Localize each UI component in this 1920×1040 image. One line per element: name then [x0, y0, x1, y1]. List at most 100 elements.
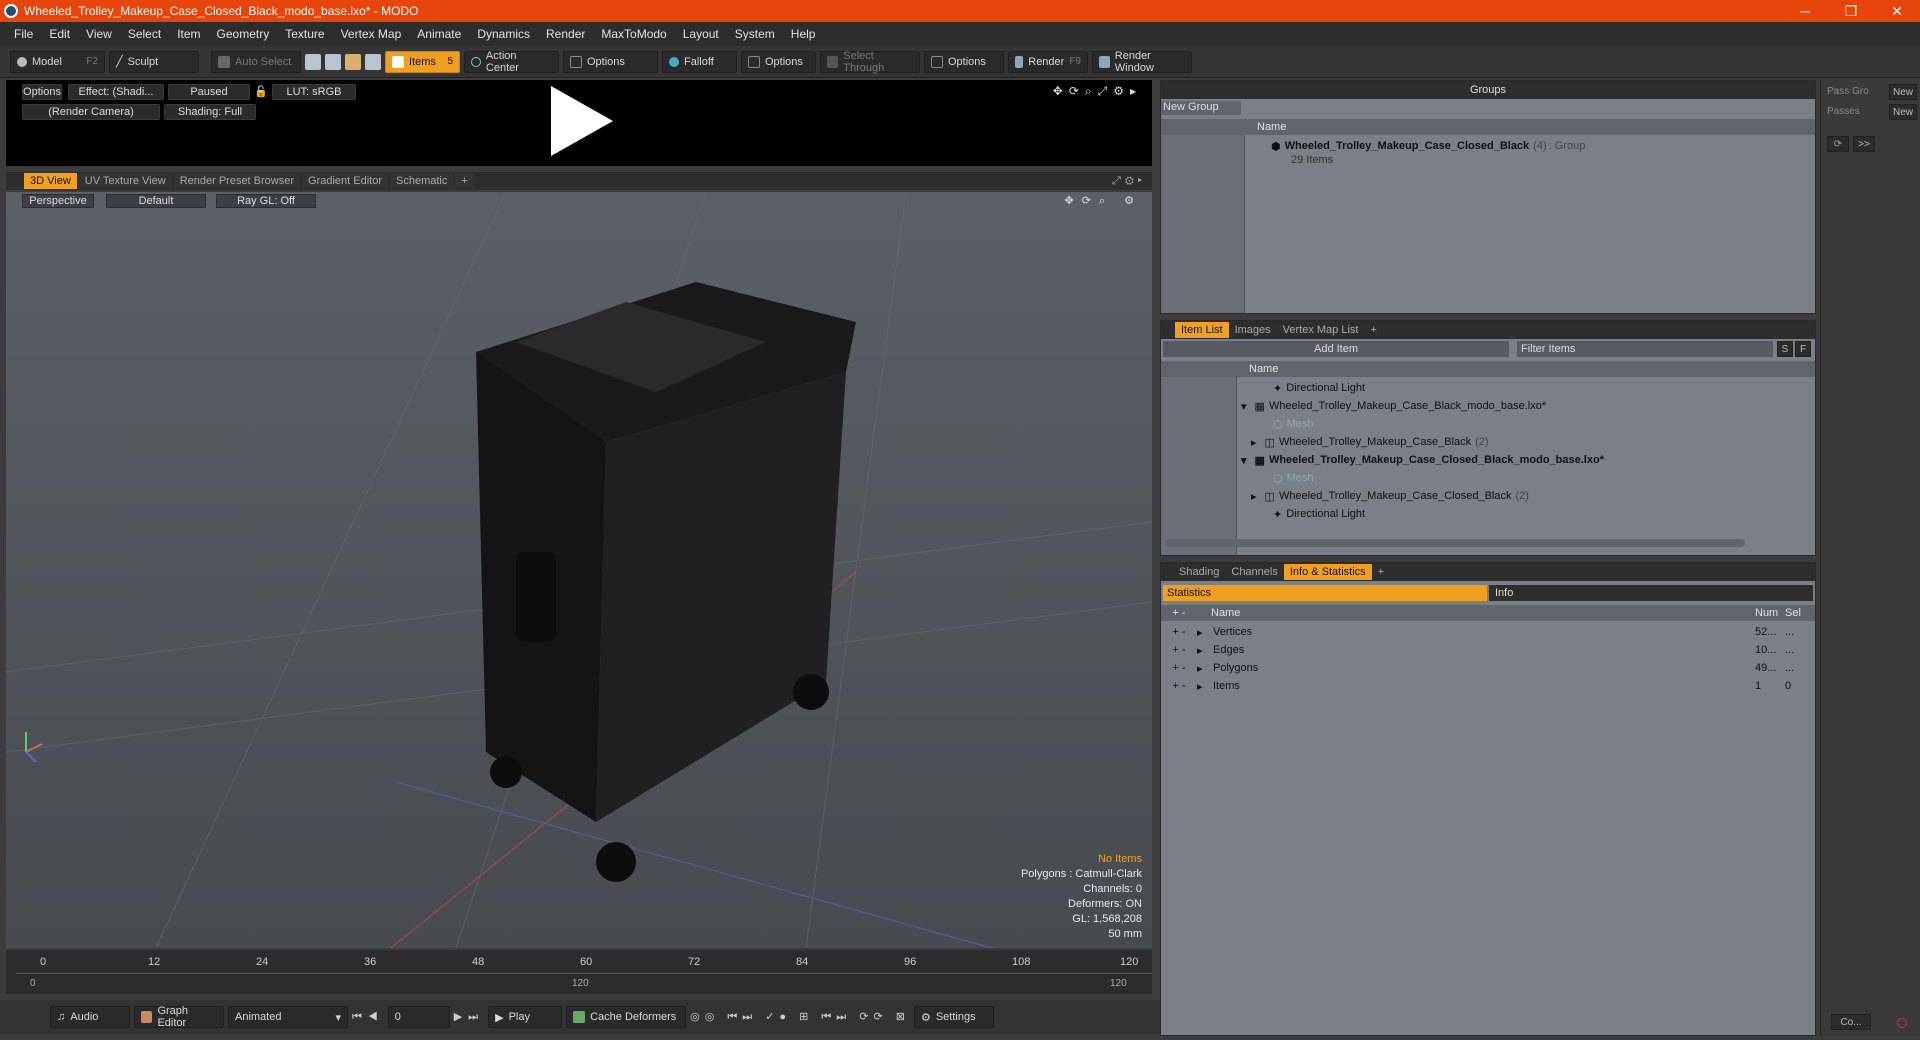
list-item[interactable]: ▸ ◫ Wheeled_Trolley_Makeup_Case_Closed_Bla…	[1161, 487, 1815, 505]
tab-info-statistics[interactable]: Info & Statistics	[1283, 564, 1372, 580]
falloff-button[interactable]: Falloff	[662, 50, 737, 73]
timeline[interactable]: 0 12 24 36 48 60 72 84 96 108 120 0 120 …	[6, 950, 1152, 994]
refresh-icon[interactable]: ⟳	[1827, 136, 1849, 152]
tab-gradient-editor[interactable]: Gradient Editor	[302, 173, 388, 189]
new-group-button[interactable]: New Group	[1161, 101, 1241, 115]
items-mode-button[interactable]: Items 5	[385, 50, 460, 73]
skip-forward-icons[interactable]: ▶⏭	[454, 1010, 484, 1024]
record-icon[interactable]	[1897, 1018, 1907, 1028]
list-item[interactable]: ▾ ▦ Wheeled_Trolley_Makeup_Case_Black_modo…	[1161, 397, 1815, 415]
select-through-options-button[interactable]: Options	[924, 50, 1004, 73]
list-item[interactable]: ✦ Directional Light	[1161, 505, 1815, 523]
s-button[interactable]: S	[1777, 341, 1793, 357]
tab-vertex-map-list[interactable]: Vertex Map List	[1277, 322, 1365, 338]
close-button[interactable]: ✕	[1874, 3, 1920, 20]
render-button[interactable]: Render F9	[1008, 50, 1088, 73]
tab-shading[interactable]: Shading	[1173, 564, 1225, 580]
tab-schematic[interactable]: Schematic	[390, 173, 454, 189]
expand-collapse-icons[interactable]: + -	[1161, 644, 1197, 656]
materials-mode-icon[interactable]	[365, 53, 381, 70]
menu-dynamics[interactable]: Dynamics	[469, 27, 538, 41]
list-item[interactable]: ⬡ Mesh	[1161, 415, 1815, 433]
horizontal-scrollbar[interactable]	[1165, 539, 1745, 547]
add-item-dropdown[interactable]: Add Item	[1163, 341, 1509, 357]
play-icon[interactable]	[551, 86, 613, 156]
key-tools-icons[interactable]: ◎◎ ⏮⏭ ✓● ⊞ ⏮⏭ ⟳⟳ ⊠	[690, 1010, 910, 1024]
new-pass-button[interactable]: New	[1889, 104, 1917, 120]
audio-button[interactable]: ♫ Audio	[50, 1006, 130, 1028]
3d-viewport[interactable]: Perspective Default Ray GL: Off ✥⟳⌕ ⚙ No…	[6, 192, 1152, 948]
animated-dropdown[interactable]: Animated ▾	[228, 1006, 348, 1028]
expand-button[interactable]: >>	[1853, 136, 1875, 152]
cache-deformers-button[interactable]: Cache Deformers	[566, 1006, 687, 1028]
f-button[interactable]: F	[1795, 341, 1811, 357]
edges-mode-icon[interactable]	[325, 53, 341, 70]
settings-button[interactable]: ⚙ Settings	[913, 1006, 994, 1028]
lut-dropdown[interactable]: LUT: sRGB	[272, 84, 356, 100]
render-camera-dropdown[interactable]: (Render Camera)	[22, 104, 160, 120]
statistics-tab[interactable]: Statistics	[1163, 585, 1487, 601]
auto-select-button[interactable]: Auto Select	[211, 50, 301, 73]
tab-3d-view[interactable]: 3D View	[24, 173, 77, 189]
preview-options-button[interactable]: Options	[22, 84, 62, 100]
action-center-button[interactable]: Action Center	[464, 50, 559, 74]
falloff-options-button[interactable]: Options	[741, 50, 816, 73]
vertices-mode-icon[interactable]	[305, 53, 321, 70]
co-button[interactable]: Co...	[1831, 1014, 1871, 1030]
sculpt-button[interactable]: ╱ Sculpt	[109, 50, 199, 73]
menu-render[interactable]: Render	[538, 27, 593, 41]
menu-layout[interactable]: Layout	[675, 27, 727, 41]
add-tab-button[interactable]: +	[1364, 322, 1382, 338]
timeline-ruler[interactable]: 0 12 24 36 48 60 72 84 96 108 120	[16, 956, 1152, 974]
menu-help[interactable]: Help	[783, 27, 824, 41]
viewport-panel-icons[interactable]: ⤢⚙▸	[1112, 175, 1146, 188]
table-row[interactable]: + - ▸ Vertices 52......	[1161, 623, 1815, 641]
tab-channels[interactable]: Channels	[1225, 564, 1283, 580]
action-center-options-button[interactable]: Options	[563, 50, 658, 73]
add-tab-button[interactable]: +	[1372, 564, 1390, 580]
menu-animate[interactable]: Animate	[409, 27, 469, 41]
frame-input[interactable]: 0	[387, 1006, 450, 1028]
menu-view[interactable]: View	[78, 27, 120, 41]
shading-dropdown[interactable]: Shading: Full	[164, 104, 256, 120]
filter-items-input[interactable]: Filter Items	[1517, 341, 1773, 357]
tab-item-list[interactable]: Item List	[1175, 322, 1229, 338]
model-button[interactable]: Model F2	[10, 50, 105, 73]
effect-dropdown[interactable]: Effect: (Shadi...	[68, 84, 164, 100]
tab-uv-texture-view[interactable]: UV Texture View	[78, 173, 172, 189]
paused-button[interactable]: Paused	[168, 84, 250, 100]
table-row[interactable]: + - ▸ Edges 10......	[1161, 641, 1815, 659]
menu-file[interactable]: File	[6, 27, 41, 41]
table-row[interactable]: + - ▸ Items 1 0	[1161, 677, 1815, 695]
expand-collapse-icons[interactable]: + -	[1161, 626, 1197, 638]
minimize-button[interactable]: ─	[1782, 3, 1828, 19]
add-tab-button[interactable]: +	[455, 173, 474, 189]
menu-system[interactable]: System	[727, 27, 783, 41]
expand-collapse-icons[interactable]: + -	[1161, 662, 1197, 674]
menu-geometry[interactable]: Geometry	[209, 27, 278, 41]
menu-vertex-map[interactable]: Vertex Map	[333, 27, 410, 41]
menu-item[interactable]: Item	[169, 27, 208, 41]
menu-texture[interactable]: Texture	[277, 27, 332, 41]
list-item[interactable]: ▸ ◫ Wheeled_Trolley_Makeup_Case_Black (2)	[1161, 433, 1815, 451]
info-tab[interactable]: Info	[1489, 585, 1813, 601]
graph-editor-button[interactable]: Graph Editor	[134, 1005, 224, 1029]
render-window-button[interactable]: Render Window	[1092, 50, 1192, 74]
list-item[interactable]: ⬡ Mesh	[1161, 469, 1815, 487]
new-pass-group-button[interactable]: New	[1889, 84, 1917, 100]
menu-select[interactable]: Select	[120, 27, 169, 41]
list-item[interactable]: ✦ Directional Light	[1161, 379, 1815, 397]
maximize-button[interactable]: ❐	[1828, 3, 1874, 20]
play-button[interactable]: ▶ Play	[488, 1006, 563, 1028]
preview-nav-icons[interactable]: ✥⟳⌕⤢⚙▸	[1053, 84, 1142, 99]
menu-edit[interactable]: Edit	[41, 27, 78, 41]
polygons-mode-icon[interactable]	[345, 53, 361, 70]
lock-icon[interactable]: 🔓	[254, 85, 268, 98]
list-item[interactable]: ▾ ▦ Wheeled_Trolley_Makeup_Case_Closed_Bla…	[1161, 451, 1815, 469]
menu-maxtomodo[interactable]: MaxToModo	[593, 27, 674, 41]
select-through-button[interactable]: Select Through	[820, 50, 920, 74]
tab-images[interactable]: Images	[1229, 322, 1277, 338]
expand-collapse-icons[interactable]: + -	[1161, 680, 1197, 692]
skip-back-icons[interactable]: ⏮◀	[352, 1011, 384, 1024]
table-row[interactable]: + - ▸ Polygons 49......	[1161, 659, 1815, 677]
